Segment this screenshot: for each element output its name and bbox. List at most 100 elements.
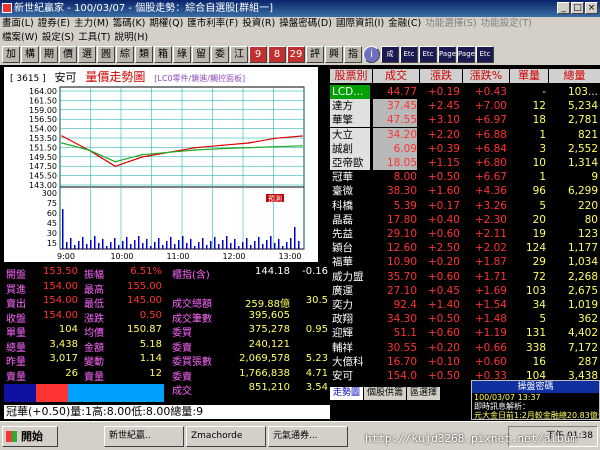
menu-item[interactable]: 證券(E): [36, 17, 72, 31]
toolbar-button[interactable]: 江: [230, 46, 248, 63]
toolbar-button[interactable]: 興: [325, 46, 343, 63]
watchlist-cell: 37.45: [373, 99, 417, 114]
toolbar-button[interactable]: 9: [249, 46, 267, 63]
watchlist-tab[interactable]: 個股供籌: [364, 387, 407, 400]
watchlist-cell: 5: [539, 313, 546, 326]
volume-bar: [66, 242, 68, 249]
volume-bar: [166, 241, 168, 249]
chart-svg[interactable]: 164.00161.50159.00156.50154.00153.50151.…: [4, 67, 318, 262]
watchlist-row[interactable]: 亞帝歐 18.05 +1.15 +6.80 10 1,314: [330, 156, 600, 170]
stock-name-cell: 華擎: [330, 113, 370, 128]
toolbar-button[interactable]: ⅰ: [363, 46, 380, 63]
toolbar-button[interactable]: 留: [192, 46, 210, 63]
watchlist-cell: 3: [539, 142, 546, 155]
watchlist-row[interactable]: 大立 34.20 +2.20 +6.88 1 821: [330, 127, 600, 142]
watchlist-row[interactable]: 大億科 16.70 +0.10 +0.60 16 287: [330, 355, 600, 369]
watchlist-row[interactable]: LCD... 44.77 +0.19 +0.43 - 103...: [330, 85, 600, 99]
menu-item[interactable]: 功能設定(T): [479, 17, 534, 31]
watchlist-row[interactable]: 輔祥 30.55 +0.20 +0.66 338 7,172: [330, 341, 600, 355]
watchlist-row[interactable]: 迎輝 51.1 +0.60 +1.19 131 4,402: [330, 326, 600, 340]
toolbar-button[interactable]: 成: [381, 46, 399, 63]
menu-item[interactable]: 設定(S): [40, 31, 76, 45]
watchlist-row[interactable]: 先益 29.10 +0.60 +2.11 19 123: [330, 227, 600, 241]
column-header[interactable]: 股票別: [330, 69, 372, 83]
toolbar-button[interactable]: 8: [268, 46, 286, 63]
minimize-button[interactable]: _: [557, 2, 570, 14]
watchlist-row[interactable]: 廣運 27.10 +0.45 +1.69 103 2,675: [330, 284, 600, 298]
watchlist-row[interactable]: 穎台 12.60 +2.50 +2.02 124 1,177: [330, 241, 600, 255]
watchlist-row[interactable]: 福華 10.90 +0.20 +1.87 29 1,034: [330, 255, 600, 269]
column-header[interactable]: 成交: [373, 69, 419, 83]
window-controls: _ □ ×: [557, 2, 598, 14]
title-bar: 新世紀贏家 - 100/03/07 - 個股走勢：綜合自選股[群組一] _ □ …: [0, 0, 600, 17]
toolbar-button[interactable]: 箱: [154, 46, 172, 63]
menu-item[interactable]: 功能選擇(S): [423, 17, 478, 31]
watchlist-cell: 5: [539, 199, 546, 212]
start-button[interactable]: 開始: [2, 426, 58, 447]
taskbar-item[interactable]: Zmachorde: [186, 426, 266, 447]
quote-value: 6.51%: [130, 266, 162, 277]
toolbar-button[interactable]: 加: [2, 46, 20, 63]
toolbar-button[interactable]: Etc: [400, 46, 418, 63]
watchlist-cell: 123: [577, 228, 598, 240]
close-button[interactable]: ×: [585, 2, 598, 14]
watchlist-row[interactable]: 威力盟 35.70 +0.60 +1.71 72 2,268: [330, 270, 600, 284]
toolbar-button[interactable]: 評: [306, 46, 324, 63]
toolbar-button[interactable]: Etc: [419, 46, 437, 63]
window-title: 新世紀贏家 - 100/03/07 - 個股走勢：綜合自選股[群組一]: [14, 3, 274, 14]
watchlist-tab[interactable]: 區選擇: [407, 387, 441, 400]
watchlist-row[interactable]: 達方 37.45 +2.45 +7.00 12 5,234: [330, 99, 600, 114]
watchlist-row[interactable]: 臺微 38.30 +1.60 +4.36 96 6,299: [330, 184, 600, 198]
watchlist-row[interactable]: 政翔 34.30 +0.50 +1.48 5 362: [330, 312, 600, 326]
menu-item[interactable]: 投資(R): [240, 17, 277, 31]
volume-bar: [94, 236, 96, 249]
watchlist-row[interactable]: 華擎 47.55 +3.10 +6.97 18 2,781: [330, 113, 600, 128]
column-header[interactable]: 總量: [549, 69, 600, 83]
menu-item[interactable]: 金融(C): [386, 17, 423, 31]
watchlist-row[interactable]: 冠華 8.00 +0.50 +6.67 1 9: [330, 170, 600, 184]
watchlist-row[interactable]: 晶磊 17.80 +0.40 +2.30 20 80: [330, 213, 600, 227]
alert-popup[interactable]: 操盤密碼 100/03/07 13:37 即時訊息解析： 元大金日前1:2月較金…: [471, 380, 600, 420]
volume-bar: [266, 240, 268, 249]
menu-item[interactable]: 操盤密碼(D): [277, 17, 334, 31]
watchlist-cell: 9: [591, 171, 598, 184]
maximize-button[interactable]: □: [571, 2, 584, 14]
toolbar-button[interactable]: Etc: [476, 46, 494, 63]
toolbar-button[interactable]: 類: [135, 46, 153, 63]
menu-item[interactable]: 國際資訊(I): [334, 17, 386, 31]
column-header[interactable]: 漲跌%: [463, 69, 509, 83]
menu-item[interactable]: 說明(H): [112, 31, 150, 45]
toolbar-button[interactable]: 委: [211, 46, 229, 63]
stock-name-cell: 福華: [332, 256, 353, 269]
column-header[interactable]: 漲跌: [420, 69, 462, 83]
menu-item[interactable]: 籌碼(K): [111, 17, 148, 31]
watchlist-row[interactable]: 誠創 6.09 +0.39 +6.84 3 2,552: [330, 141, 600, 156]
menu-item[interactable]: 匯市利率(F): [185, 17, 240, 31]
menu-item[interactable]: 主力(M): [72, 17, 111, 31]
toolbar-button[interactable]: Page: [438, 46, 456, 63]
toolbar-button[interactable]: Page: [457, 46, 475, 63]
price-point: [274, 145, 277, 148]
taskbar-item[interactable]: 新世紀贏..: [104, 426, 184, 447]
time-tick-label: 10:00: [110, 252, 133, 261]
toolbar-button[interactable]: 價: [59, 46, 77, 63]
quote-label: 最高: [84, 284, 104, 296]
menu-item[interactable]: 畫面(L): [0, 17, 36, 31]
toolbar-button[interactable]: 構: [21, 46, 39, 63]
toolbar-button[interactable]: 指: [344, 46, 362, 63]
watchlist-row[interactable]: 科橋 5.39 +0.17 +3.26 5 220: [330, 199, 600, 213]
column-header[interactable]: 單量: [510, 69, 548, 83]
watchlist-cell: 47.55: [373, 113, 417, 128]
menu-item[interactable]: 期權(Q): [147, 17, 185, 31]
taskbar-item[interactable]: 元氣通券...: [268, 426, 348, 447]
menu-item[interactable]: 檔案(W): [0, 31, 40, 45]
toolbar-button[interactable]: 29: [287, 46, 305, 63]
toolbar-button[interactable]: 期: [40, 46, 58, 63]
watchlist-tab[interactable]: 走勢圖: [330, 387, 364, 400]
toolbar-button[interactable]: 綠: [173, 46, 191, 63]
watchlist-row[interactable]: 奕力 92.4 +1.40 +1.54 34 1,019: [330, 298, 600, 312]
toolbar-button[interactable]: 選: [78, 46, 96, 63]
toolbar-button[interactable]: 綜: [116, 46, 134, 63]
menu-item[interactable]: 工具(T): [76, 31, 112, 45]
toolbar-button[interactable]: 圓: [97, 46, 115, 63]
